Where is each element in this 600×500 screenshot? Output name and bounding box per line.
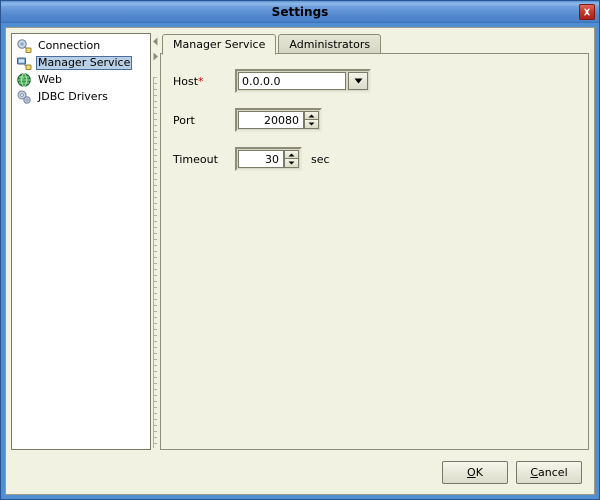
settings-tree[interactable]: Connection Manager Service Web JDBC Driv…	[11, 33, 151, 450]
host-input[interactable]: 0.0.0.0	[238, 72, 346, 90]
tab-manager-service[interactable]: Manager Service	[162, 34, 277, 55]
cancel-mnemonic: C	[530, 465, 539, 479]
spinner-up-icon	[288, 153, 295, 156]
web-globe-icon	[17, 73, 31, 87]
port-value: 20080	[264, 113, 299, 127]
window-title: Settings	[271, 4, 329, 19]
close-icon[interactable]	[579, 4, 595, 20]
ok-label-rest: K	[475, 465, 483, 479]
sidebar-item-manager-service[interactable]: Manager Service	[14, 55, 148, 71]
port-decrement-button[interactable]	[304, 120, 319, 129]
triangle-right-icon[interactable]	[152, 52, 159, 61]
host-label-text: Host	[173, 74, 199, 88]
manager-service-panel: Host* 0.0.0.0 Port 20080 Timeout 30 sec	[160, 53, 589, 450]
split-pane-divider[interactable]	[151, 33, 160, 450]
settings-tab-area: Manager Service Administrators Host* 0.0…	[160, 33, 589, 450]
tab-administrators[interactable]: Administrators	[278, 34, 382, 54]
triangle-left-icon[interactable]	[152, 37, 159, 46]
title-bar: Settings	[1, 1, 599, 23]
sidebar-item-label: Connection	[38, 39, 101, 52]
tab-label: Administrators	[289, 37, 371, 51]
timeout-row: Timeout 30 sec	[173, 146, 588, 172]
sidebar-item-label: Manager Service	[36, 56, 133, 70]
content-split-pane: Connection Manager Service Web JDBC Driv…	[6, 28, 594, 450]
spinner-down-icon	[288, 161, 295, 165]
host-value: 0.0.0.0	[242, 74, 281, 88]
ok-button[interactable]: OK	[442, 460, 508, 484]
manager-service-icon	[17, 57, 32, 70]
settings-dialog-window: Settings Connection Manager Service Web …	[0, 0, 600, 500]
timeout-decrement-button[interactable]	[284, 159, 299, 168]
spinner-down-icon	[308, 122, 315, 126]
host-row: Host* 0.0.0.0	[173, 68, 588, 94]
dialog-body: Connection Manager Service Web JDBC Driv…	[5, 27, 595, 495]
cancel-button[interactable]: Cancel	[516, 460, 582, 484]
port-input[interactable]: 20080	[238, 111, 304, 129]
timeout-label: Timeout	[173, 152, 218, 166]
timeout-spinner-buttons[interactable]	[284, 150, 299, 168]
jdbc-drivers-icon	[17, 90, 31, 104]
timeout-value: 30	[265, 152, 279, 166]
timeout-input[interactable]: 30	[238, 150, 284, 168]
timeout-unit-label: sec	[311, 152, 330, 166]
tab-label: Manager Service	[173, 38, 266, 51]
sidebar-item-label: JDBC Drivers	[38, 90, 108, 103]
spinner-up-icon	[308, 114, 315, 117]
ok-mnemonic: O	[467, 465, 476, 479]
timeout-increment-button[interactable]	[284, 150, 299, 159]
host-dropdown-button[interactable]	[348, 72, 368, 90]
host-label: Host*	[173, 75, 235, 88]
close-glyph	[584, 8, 590, 16]
sidebar-item-label: Web	[38, 73, 62, 86]
tab-strip: Manager Service Administrators	[160, 33, 589, 55]
sidebar-item-web[interactable]: Web	[14, 72, 148, 88]
divider-grip	[153, 77, 157, 448]
divider-collapse-controls[interactable]	[152, 35, 159, 75]
required-marker: *	[198, 74, 204, 88]
timeout-spinner[interactable]: 30	[235, 147, 302, 171]
sidebar-item-jdbc-drivers[interactable]: JDBC Drivers	[14, 89, 148, 105]
connection-icon	[17, 39, 32, 53]
dialog-button-bar: OK Cancel	[6, 450, 594, 494]
host-combobox[interactable]: 0.0.0.0	[235, 69, 371, 93]
port-increment-button[interactable]	[304, 111, 319, 120]
sidebar-item-connection[interactable]: Connection	[14, 38, 148, 54]
cancel-label-rest: ancel	[538, 465, 568, 479]
port-row: Port 20080	[173, 107, 588, 133]
chevron-down-icon	[354, 78, 362, 84]
port-spinner[interactable]: 20080	[235, 108, 322, 132]
port-spinner-buttons[interactable]	[304, 111, 319, 129]
port-label: Port	[173, 113, 195, 127]
